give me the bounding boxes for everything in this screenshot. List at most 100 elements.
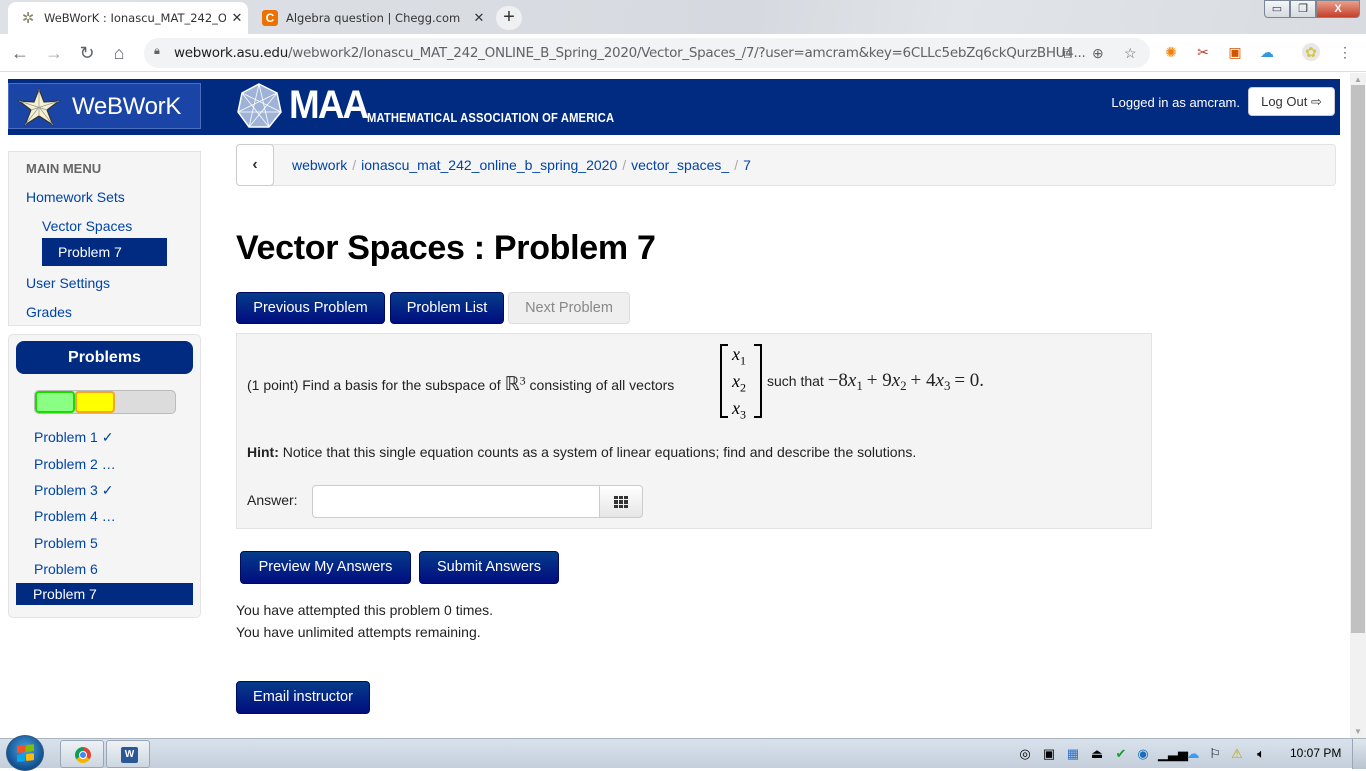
translate-icon[interactable]: ⧉ [1062,45,1072,62]
answer-label: Answer: [247,492,298,508]
problem-link[interactable]: Problem 4 … [34,508,116,524]
minimize-button[interactable]: ▭ [1264,0,1290,18]
progress-bar [34,390,176,414]
back-button[interactable]: ← [8,41,32,65]
webwork-star-icon [17,87,61,127]
next-problem-button[interactable]: Next Problem [508,292,630,324]
problem-link[interactable]: Problem 5 [34,535,98,551]
logged-in-text: Logged in as amcram. [1111,95,1240,110]
maa-polyhedron-icon [237,83,282,128]
left-bracket [720,344,728,418]
problem-link-active[interactable]: Problem 7 [16,583,193,605]
problem-link[interactable]: Problem 2 … [34,456,116,472]
breadcrumb-separator: / [622,157,627,173]
coef-3: + 4 [910,370,936,391]
webwork-logo[interactable]: WeBWorK [8,83,201,129]
action-center-flag-icon[interactable]: ⚐ [1206,746,1224,762]
extension-cast-icon[interactable]: ▣ [1226,43,1244,61]
breadcrumb-set[interactable]: vector_spaces_ [631,157,729,173]
hint-label: Hint: [247,444,279,460]
window-controls: ▭ ❐ X [1264,0,1360,18]
scroll-up-icon[interactable]: ▲ [1350,75,1366,84]
problems-heading: Problems [16,341,193,374]
var-x: x [891,370,901,391]
forward-button[interactable]: → [42,41,66,65]
email-instructor-button[interactable]: Email instructor [236,681,370,714]
main-menu-heading: MAIN MENU [26,161,102,176]
maximize-button[interactable]: ❐ [1290,0,1316,18]
chrome-icon [75,747,91,763]
reload-button[interactable]: ↻ [75,41,99,65]
breadcrumb-back-button[interactable]: ‹ [236,144,274,186]
breadcrumb: ‹ webwork / ionascu_mat_242_online_b_sprin… [236,144,1336,186]
start-button[interactable] [6,735,44,771]
problem-link[interactable]: Problem 3 ✓ [34,482,113,499]
previous-problem-button[interactable]: Previous Problem [236,292,385,324]
menu-kebab-icon[interactable]: ⋮ [1336,43,1354,61]
answer-input[interactable] [312,485,600,518]
preview-answers-button[interactable]: Preview My Answers [240,551,411,584]
profile-avatar[interactable]: ✿ [1302,43,1320,61]
home-button[interactable]: ⌂ [107,41,131,65]
menu-homework-sets[interactable]: Homework Sets [26,189,125,205]
tray-check-icon[interactable]: ✔ [1112,746,1130,762]
menu-vector-spaces[interactable]: Vector Spaces [42,218,132,234]
volume-icon[interactable]: 🔈︎ [1252,746,1270,762]
equation-rhs: = 0. [954,370,985,391]
tab-chegg[interactable]: C Algebra question | Chegg.com ✕ [250,2,490,34]
logout-icon: ⇨ [1310,94,1322,109]
tray-sync-icon[interactable]: ◎ [1016,746,1034,762]
question-middle: consisting of all vectors [525,377,675,393]
tray-app-icon[interactable]: ▦ [1064,746,1082,762]
menu-user-settings[interactable]: User Settings [26,275,110,291]
scroll-down-icon[interactable]: ▼ [1350,727,1366,736]
problem-link[interactable]: Problem 6 [34,561,98,577]
tray-cloud-icon[interactable]: ☁ [1184,746,1202,762]
close-tab-icon[interactable]: ✕ [468,11,490,26]
breadcrumb-separator: / [352,157,357,173]
taskbar-word[interactable]: W [106,740,150,768]
close-window-button[interactable]: X [1316,0,1360,18]
lock-icon: 🔒︎ [154,45,160,57]
new-tab-button[interactable]: + [496,6,522,30]
clock[interactable]: 10:07 PM [1290,746,1341,760]
page-viewport: WeBWorK MAA MATHEMATICAL ASSOCIATION OF … [0,73,1350,738]
coef-1: −8 [827,370,848,391]
breadcrumb-course[interactable]: ionascu_mat_242_online_b_spring_2020 [361,157,617,173]
vector-entry: x1 [732,344,746,368]
extension-icon[interactable]: ✺ [1162,43,1180,61]
tab-webwork[interactable]: ✲ WeBWorK : Ionascu_MAT_242_O ✕ [8,2,248,34]
submit-answers-button[interactable]: Submit Answers [419,551,559,584]
logout-label: Log Out [1261,94,1308,109]
coef-2: + 9 [866,370,892,391]
problem-list-button[interactable]: Problem List [390,292,504,324]
attempts-text: You have attempted this problem 0 times. [236,602,494,618]
url-text: webwork.asu.edu/webwork2/Ionascu_MAT_242… [174,45,1086,61]
breadcrumb-webwork[interactable]: webwork [292,157,347,173]
tray-window-icon[interactable]: ▣ [1040,746,1058,762]
var-sub: 2 [900,377,907,393]
battery-warning-icon[interactable]: ⚠ [1228,746,1246,762]
remaining-attempts-text: You have unlimited attempts remaining. [236,624,481,640]
menu-problem-7[interactable]: Problem 7 [42,238,167,266]
maa-full-name: MATHEMATICAL ASSOCIATION OF AMERICA [367,110,615,125]
scrollbar-thumb[interactable] [1351,85,1365,633]
address-bar[interactable]: 🔒︎ webwork.asu.edu/webwork2/Ionascu_MAT_… [144,38,1150,68]
cloud-extension-icon[interactable]: ☁ [1258,43,1276,61]
bookmark-star-icon[interactable]: ☆ [1124,45,1137,62]
tray-globe-icon[interactable]: ◉ [1134,746,1152,762]
page-scrollbar[interactable]: ▲ ▼ [1350,73,1366,738]
menu-grades[interactable]: Grades [26,304,72,320]
page-title: Vector Spaces : Problem 7 [236,229,656,267]
zoom-icon[interactable]: ⊕ [1092,45,1104,62]
tray-usb-icon[interactable]: ⏏ [1088,746,1106,762]
show-desktop-button[interactable] [1352,739,1366,769]
matrix-entry-button[interactable] [599,485,643,518]
logout-button[interactable]: Log Out ⇨ [1248,87,1335,116]
problem-link[interactable]: Problem 1 ✓ [34,429,113,446]
signal-icon[interactable]: ▁▃▅ [1158,746,1188,762]
breadcrumb-separator: / [734,157,739,173]
extension-scissors-icon[interactable]: ✂ [1194,43,1212,61]
taskbar-chrome[interactable] [60,740,104,768]
close-tab-icon[interactable]: ✕ [226,11,248,26]
